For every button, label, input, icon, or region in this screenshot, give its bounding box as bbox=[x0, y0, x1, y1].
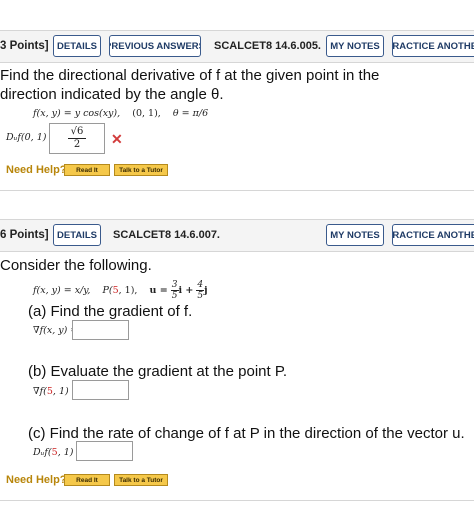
read-it-button[interactable]: Read It bbox=[64, 164, 110, 176]
my-notes-button[interactable]: MY NOTES bbox=[326, 224, 384, 246]
details-button[interactable]: DETAILS bbox=[53, 224, 101, 246]
practice-another-button[interactable]: PRACTICE ANOTHER bbox=[392, 224, 474, 246]
problem-2-question: Consider the following. bbox=[0, 257, 152, 274]
talk-to-tutor-button[interactable]: Talk to a Tutor bbox=[114, 474, 168, 486]
previous-answers-button[interactable]: PREVIOUS ANSWERS bbox=[109, 35, 201, 57]
problem-1-function: f(x, y) = y cos(xy), (0, 1), θ = π/6 bbox=[33, 108, 209, 119]
problem-1-question: Find the directional derivative of f at … bbox=[0, 67, 380, 103]
part-a-answer-input[interactable] bbox=[72, 320, 129, 340]
part-b-prompt: (b) Evaluate the gradient at the point P… bbox=[28, 363, 288, 380]
divider bbox=[0, 62, 474, 63]
divider bbox=[0, 190, 474, 191]
my-notes-button[interactable]: MY NOTES bbox=[326, 35, 384, 57]
problem-2-header: 6 Points] DETAILS SCALCET8 14.6.007. MY … bbox=[0, 220, 474, 252]
problem-1-answer-box[interactable]: √6 2 bbox=[49, 123, 105, 154]
read-it-button[interactable]: Read It bbox=[64, 474, 110, 486]
incorrect-icon: ✕ bbox=[111, 131, 123, 147]
problem-1-code: SCALCET8 14.6.005. bbox=[214, 40, 321, 52]
answer-numerator: √6 bbox=[67, 126, 87, 139]
part-b-answer-input[interactable] bbox=[72, 380, 129, 400]
problem-1-header: 3 Points] DETAILS PREVIOUS ANSWERS SCALC… bbox=[0, 31, 474, 63]
problem-2-points: 6 Points] bbox=[0, 229, 49, 241]
divider bbox=[0, 251, 474, 252]
problem-1-points: 3 Points] bbox=[0, 40, 49, 52]
details-button[interactable]: DETAILS bbox=[53, 35, 101, 57]
answer-denominator: 2 bbox=[73, 139, 81, 150]
part-c-answer-input[interactable] bbox=[76, 441, 133, 461]
need-help-label: Need Help? bbox=[6, 474, 67, 486]
divider bbox=[0, 500, 474, 501]
need-help-label: Need Help? bbox=[6, 164, 67, 176]
problem-2-code: SCALCET8 14.6.007. bbox=[113, 229, 220, 241]
talk-to-tutor-button[interactable]: Talk to a Tutor bbox=[114, 164, 168, 176]
practice-another-button[interactable]: PRACTICE ANOTHER bbox=[392, 35, 474, 57]
part-a-prompt: (a) Find the gradient of f. bbox=[28, 303, 193, 320]
problem-2-function: f(x, y) = x/y, P(5, 1), u = 35i + 45j bbox=[33, 280, 208, 301]
